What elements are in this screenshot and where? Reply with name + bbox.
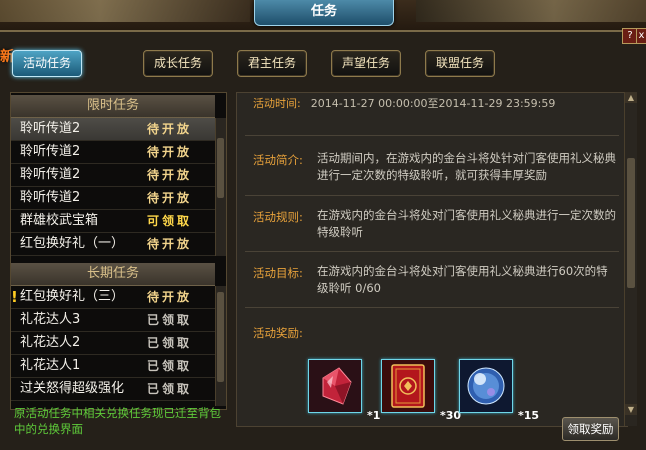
quest-status: 待开放 — [147, 290, 193, 304]
divider — [245, 135, 619, 136]
intro-label: 活动简介: — [253, 153, 303, 167]
quest-name: 聆听传道2 — [20, 167, 81, 182]
activity-time: 活动时间: 2014-11-27 00:00:00至2014-11-29 23:5… — [253, 95, 555, 111]
quest-row[interactable]: 过关怒得超级强化 已领取 — [11, 378, 215, 401]
quest-row[interactable]: 红包换好礼（一） 待开放 — [11, 233, 215, 256]
divider — [245, 195, 619, 196]
quest-name: 礼花达人3 — [20, 312, 81, 327]
quest-row[interactable]: 聆听传道2 待开放 — [11, 141, 215, 164]
quest-status: 待开放 — [147, 191, 193, 205]
divider — [245, 251, 619, 252]
red-gem-icon — [309, 360, 361, 412]
quest-detail-panel: 活动时间: 2014-11-27 00:00:00至2014-11-29 23:5… — [236, 92, 628, 427]
reward-slot[interactable] — [459, 359, 513, 413]
quest-name: 聆听传道2 — [20, 121, 81, 136]
banner-decoration-right — [416, 0, 646, 22]
quest-row[interactable]: 礼花达人3 已领取 — [11, 309, 215, 332]
alert-icon: ! — [11, 288, 18, 306]
crystal-orb-icon — [460, 360, 512, 412]
quest-name: 礼花达人2 — [20, 335, 81, 350]
rules-text: 在游戏内的金台斗将处对门客使用礼义秘典进行一定次数的特级聆听 — [317, 208, 616, 239]
reward-slot[interactable] — [308, 359, 362, 413]
quest-name: 过关怒得超级强化 — [20, 381, 125, 396]
goal-text: 在游戏内的金台斗将处对门客使用礼义秘典进行60次的特级聆听 0/60 — [317, 264, 608, 295]
quest-name: 红包换好礼（三） — [20, 289, 125, 304]
quest-status: 已领取 — [147, 382, 193, 396]
reward-slot[interactable] — [381, 359, 435, 413]
quest-row[interactable]: 礼花达人1 已领取 — [11, 355, 215, 378]
quest-name: 红包换好礼（一） — [20, 236, 125, 251]
tab-alliance-quests[interactable]: 联盟任务 — [425, 50, 495, 77]
quest-row[interactable]: 聆听传道2 待开放 — [11, 118, 215, 141]
quest-status: 已领取 — [147, 336, 193, 350]
long-list-scrollbar[interactable] — [215, 286, 226, 406]
quest-name: 聆听传道2 — [20, 144, 81, 159]
divider — [245, 307, 619, 308]
rules-label: 活动规则: — [253, 210, 303, 224]
reward-count: *30 — [440, 409, 462, 422]
exchange-notice: 原活动任务中相关兑换任务现已迁至背包中的兑换界面 — [14, 406, 221, 436]
detail-scrollbar[interactable]: ▲ ▼ — [624, 92, 637, 426]
scroll-thumb[interactable] — [217, 292, 224, 382]
tab-lord-quests[interactable]: 君主任务 — [237, 50, 307, 77]
reward-count: *1 — [367, 409, 381, 422]
quest-list-panel: 限时任务 聆听传道2 待开放 聆听传道2 待开放 聆听传道2 待开放 聆听传道2… — [10, 92, 227, 410]
quest-name: 聆听传道2 — [20, 190, 81, 205]
quest-status: 待开放 — [147, 122, 193, 136]
tab-growth-quests[interactable]: 成长任务 — [143, 50, 213, 77]
limited-list-scrollbar[interactable] — [215, 118, 226, 256]
quest-status: 待开放 — [147, 145, 193, 159]
quest-status: 已领取 — [147, 313, 193, 327]
quest-status: 已领取 — [147, 359, 193, 373]
reward-label: 活动奖励: — [253, 326, 303, 340]
scroll-thumb[interactable] — [627, 158, 635, 288]
long-section-header: 长期任务 — [11, 263, 215, 286]
quest-name: 礼花达人1 — [20, 358, 81, 373]
scroll-thumb[interactable] — [217, 138, 224, 198]
reward-count: *15 — [518, 409, 540, 422]
close-button[interactable]: x — [636, 28, 646, 44]
time-value: 2014-11-27 00:00:00至2014-11-29 23:59:59 — [310, 97, 556, 110]
scroll-up-icon[interactable]: ▲ — [625, 92, 637, 103]
quest-row[interactable]: 聆听传道2 待开放 — [11, 187, 215, 210]
intro-text: 活动期间内，在游戏内的金台斗将处针对门客使用礼义秘典进行一定次数的特级聆听，就可… — [317, 151, 616, 182]
goal-label: 活动目标: — [253, 266, 303, 280]
quest-status: 可领取 — [147, 214, 193, 228]
limited-section-header: 限时任务 — [11, 95, 215, 118]
quest-row[interactable]: 群雄校武宝箱 可领取 — [11, 210, 215, 233]
tab-reputation-quests[interactable]: 声望任务 — [331, 50, 401, 77]
claim-reward-button[interactable]: 领取奖励 — [562, 417, 619, 441]
quest-row[interactable]: 礼花达人2 已领取 — [11, 332, 215, 355]
quest-row[interactable]: ! 红包换好礼（三） 待开放 — [11, 286, 215, 309]
quest-status: 待开放 — [147, 237, 193, 251]
quest-status: 待开放 — [147, 168, 193, 182]
scroll-down-icon[interactable]: ▼ — [625, 404, 637, 415]
ritual-book-icon — [382, 360, 434, 412]
banner-decoration-left — [0, 0, 250, 22]
time-label: 活动时间: — [253, 97, 301, 110]
window-title: 任务 — [254, 0, 394, 26]
tab-activity-quests[interactable]: 活动任务 — [12, 50, 82, 77]
quest-name: 群雄校武宝箱 — [20, 213, 99, 228]
quest-row[interactable]: 聆听传道2 待开放 — [11, 164, 215, 187]
